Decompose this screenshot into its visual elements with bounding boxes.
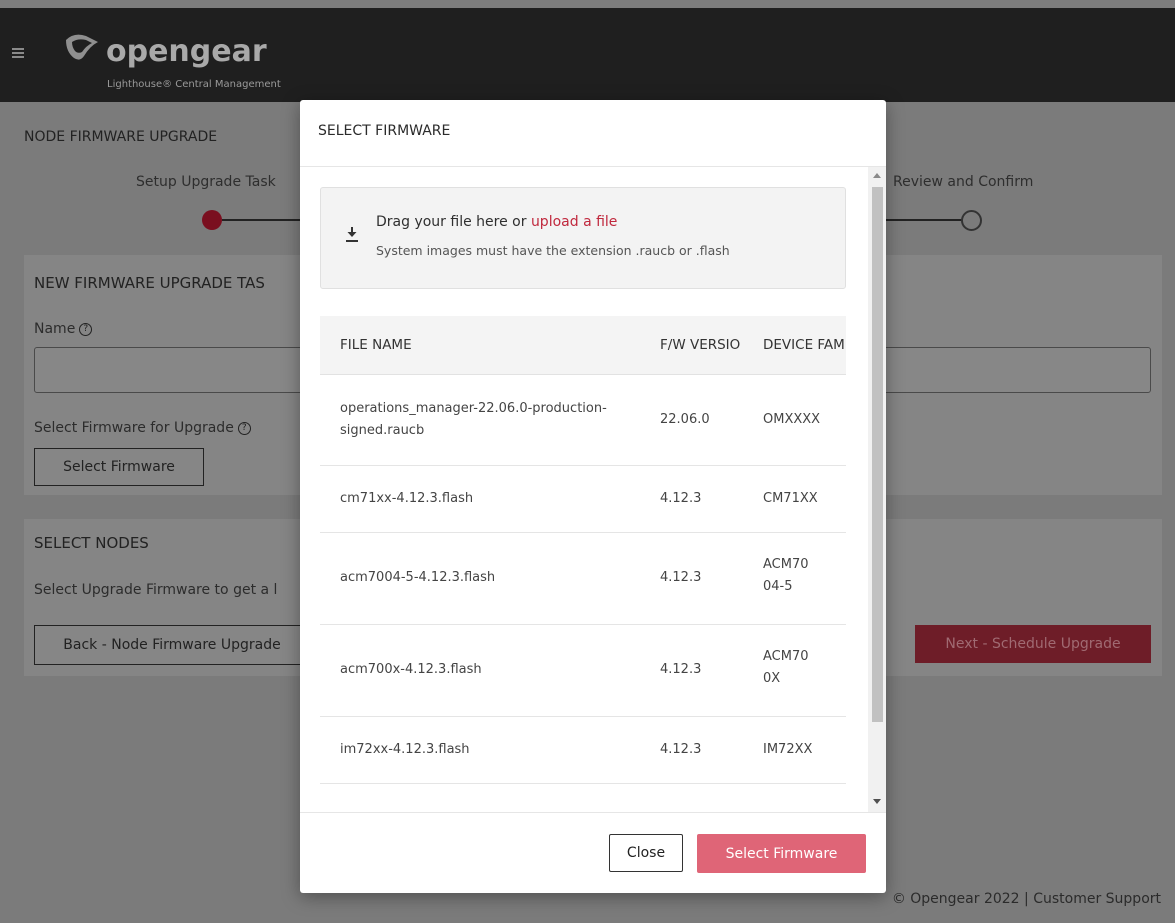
select-firmware-confirm-button[interactable]: Select Firmware [697, 834, 866, 873]
scroll-down-arrow-icon[interactable] [873, 799, 881, 804]
cell-fw-version: 4.12.3 [660, 662, 702, 677]
cell-file-name: operations_manager-22.06.0-production-si… [340, 401, 607, 438]
step-review-indicator [961, 210, 982, 231]
cell-device-family: CM71XX [763, 491, 818, 506]
back-button[interactable]: Back - Node Firmware Upgrade [34, 625, 310, 665]
modal-header: SELECT FIRMWARE [300, 100, 886, 167]
name-label-text: Name [34, 321, 76, 337]
step-review-label: Review and Confirm [893, 174, 1034, 190]
scrollbar-thumb[interactable] [872, 187, 883, 722]
table-row[interactable]: operations_manager-22.06.0-production-si… [320, 375, 846, 466]
select-nodes-hint: Select Upgrade Firmware to get a l [34, 582, 278, 598]
new-task-title: NEW FIRMWARE UPGRADE TAS [34, 274, 265, 292]
cell-fw-version: 4.12.3 [660, 491, 702, 506]
scroll-up-arrow-icon[interactable] [873, 173, 881, 178]
cell-fw-version: 22.06.0 [660, 412, 710, 427]
name-label: Name? [34, 321, 93, 337]
cell-file-name: cm71xx-4.12.3.flash [340, 491, 474, 506]
next-button[interactable]: Next - Schedule Upgrade [915, 625, 1151, 663]
cell-file-name: acm700x-4.12.3.flash [340, 662, 482, 677]
dropzone-main-text: Drag your file here or [376, 214, 531, 230]
select-nodes-title: SELECT NODES [34, 534, 149, 552]
cell-device-family: OMXXXX [763, 412, 821, 427]
modal-scrollbar[interactable] [868, 167, 886, 812]
step-setup-label: Setup Upgrade Task [136, 174, 276, 190]
column-header-device-family[interactable]: DEVICE FAMI [763, 337, 846, 353]
modal-body: Drag your file here or upload a file Sys… [300, 167, 886, 812]
page-title: NODE FIRMWARE UPGRADE [24, 129, 218, 145]
stepper-line [886, 219, 962, 221]
help-icon[interactable]: ? [237, 421, 251, 435]
cell-device-family: ACM700X [763, 649, 809, 686]
dropzone-text: Drag your file here or upload a file [376, 214, 617, 230]
cell-fw-version: 4.12.3 [660, 742, 702, 757]
upload-file-link[interactable]: upload a file [531, 214, 617, 230]
firmware-table-header: FILE NAME F/W VERSIO DEVICE FAMI [320, 316, 846, 375]
logo-subtitle: Lighthouse® Central Management [107, 79, 281, 90]
download-icon [346, 227, 358, 242]
help-icon[interactable]: ? [79, 322, 93, 336]
dropzone-hint: System images must have the extension .r… [376, 243, 730, 258]
table-row[interactable]: cm71xx-4.12.3.flash 4.12.3 CM71XX [320, 466, 846, 533]
select-firmware-button[interactable]: Select Firmware [34, 448, 204, 486]
column-header-fw-version[interactable]: F/W VERSIO [660, 337, 746, 353]
stepper-line [222, 219, 300, 221]
table-row[interactable]: acm7004-5-4.12.3.flash 4.12.3 ACM7004-5 [320, 533, 846, 625]
table-row[interactable]: im72xx-4.12.3.flash 4.12.3 IM72XX [320, 717, 846, 784]
cell-device-family: IM72XX [763, 742, 813, 757]
modal-title: SELECT FIRMWARE [318, 123, 451, 139]
cell-fw-version: 4.12.3 [660, 570, 702, 585]
logo-text: opengear [106, 34, 267, 69]
select-firmware-modal: SELECT FIRMWARE Drag your file here or u… [300, 100, 886, 893]
footer-text[interactable]: © Opengear 2022 | Customer Support [892, 891, 1161, 907]
cell-file-name: im72xx-4.12.3.flash [340, 742, 470, 757]
top-navigation-bar: opengear Lighthouse® Central Management [0, 8, 1175, 102]
column-header-file-name[interactable]: FILE NAME [340, 337, 412, 353]
file-dropzone[interactable]: Drag your file here or upload a file Sys… [320, 187, 846, 289]
close-button[interactable]: Close [609, 834, 683, 872]
step-setup-indicator [202, 210, 222, 230]
modal-footer: Close Select Firmware [300, 812, 886, 894]
cell-file-name: acm7004-5-4.12.3.flash [340, 570, 496, 585]
table-row[interactable]: acm700x-4.12.3.flash 4.12.3 ACM700X [320, 625, 846, 717]
opengear-logo-icon [66, 34, 98, 60]
hamburger-menu-icon[interactable] [12, 48, 24, 58]
cell-device-family: ACM7004-5 [763, 557, 809, 594]
firmware-label-text: Select Firmware for Upgrade [34, 420, 234, 436]
firmware-label: Select Firmware for Upgrade? [34, 420, 251, 436]
